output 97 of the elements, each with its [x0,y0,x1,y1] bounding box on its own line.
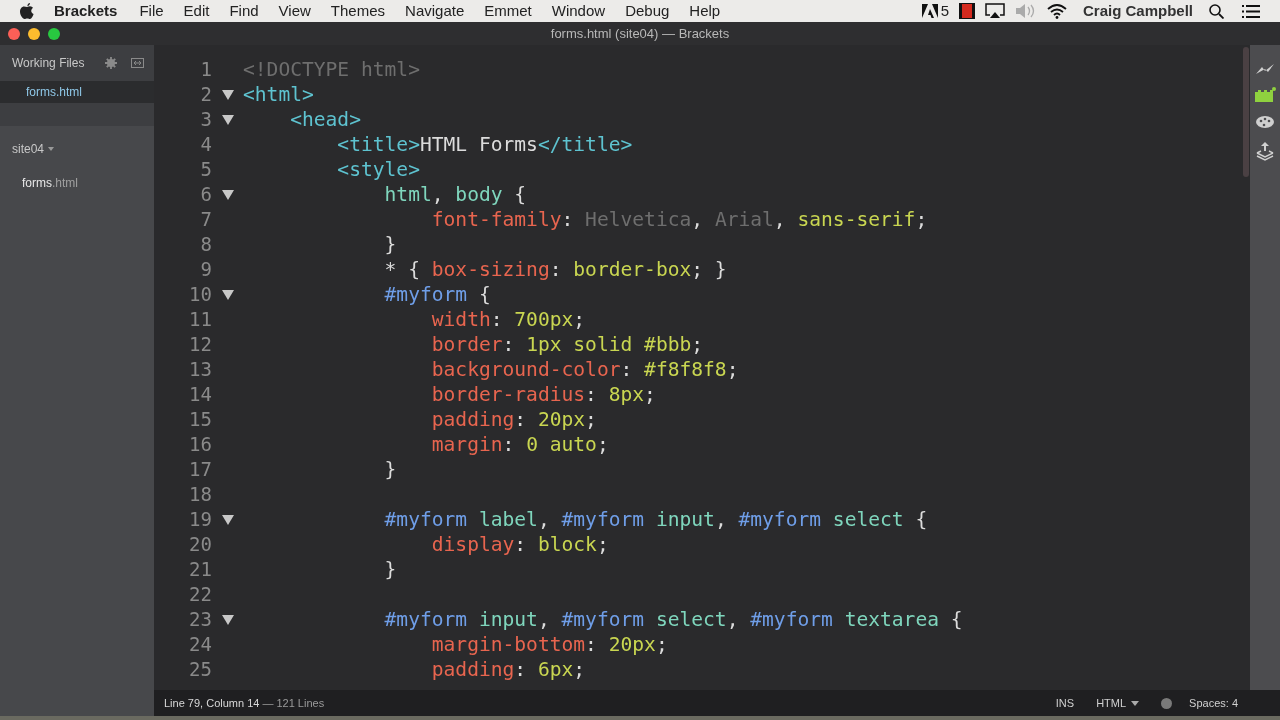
notification-count: 5 [940,0,949,21]
code-line: #myform label, #myform input, #myform select { [383,506,928,533]
line-number: 24 [188,632,212,658]
project-title[interactable]: site04 [12,140,45,158]
code-line: <style> [336,156,420,183]
code-line: border: 1px solid #bbb; [430,331,704,358]
menu-item[interactable]: Themes [330,0,386,23]
menu-item[interactable]: Help [689,0,721,23]
code-line: display: block; [430,531,609,558]
line-number: 11 [188,307,212,333]
line-number: 16 [188,432,212,458]
line-number: 20 [188,532,212,558]
code-line: } [383,456,397,483]
code-line: <html> [243,81,314,108]
menu-item[interactable]: Navigate [405,0,465,23]
line-number: 8 [199,232,212,258]
insert-mode-toggle[interactable]: INS [1055,694,1075,712]
code-line: #myform input, #myform select, #myform textarea { [383,606,963,633]
line-number: 2 [199,82,212,108]
list-icon[interactable] [1242,4,1260,18]
code-line: <title>HTML Forms</title> [336,131,633,158]
line-number: 10 [188,282,212,308]
window-title: forms.html (site04) — Brackets [549,24,731,43]
line-number: 6 [199,182,212,208]
live-preview-icon[interactable] [1255,63,1275,75]
fold-arrow-icon[interactable] [221,514,234,525]
user-name[interactable]: Craig Campbell [1082,0,1193,23]
fold-arrow-icon[interactable] [221,289,234,300]
adobe-logo-icon[interactable] [921,4,938,18]
wifi-icon[interactable] [1046,3,1067,19]
code-line: font-family: Helvetica, Arial, sans-serif; [430,206,928,233]
menu-item[interactable]: View [278,0,311,23]
search-icon[interactable] [1209,3,1224,19]
code-line: padding: 20px; [430,406,597,433]
close-button[interactable] [8,27,20,40]
line-number: 15 [188,407,212,433]
code-line: } [383,231,397,258]
apple-logo-icon[interactable] [20,3,34,19]
code-line: #myform { [383,281,491,308]
airplay-icon[interactable] [984,3,1005,19]
code-line: } [383,556,397,583]
code-line: width: 700px; [430,306,586,333]
line-number: 22 [188,582,212,608]
split-view-icon[interactable] [131,58,144,68]
zoom-button[interactable] [48,27,60,40]
fold-arrow-icon[interactable] [221,189,234,200]
film-strip-icon[interactable] [958,3,975,19]
menu-item[interactable]: Debug [625,0,670,23]
line-number: 17 [188,457,212,483]
menu-item[interactable]: Find [229,0,259,23]
cursor-position: Line 79, Column 14 [164,695,260,711]
minimize-button[interactable] [28,27,40,40]
line-number: 4 [199,132,212,158]
code-line: html, body { [383,181,527,208]
fold-arrow-icon[interactable] [221,614,234,625]
fold-arrow-icon[interactable] [221,114,234,125]
menu-item[interactable]: Edit [183,0,210,23]
caret-icon [1131,700,1140,706]
code-line: <head> [289,106,361,133]
palette-icon[interactable] [1255,115,1275,129]
working-file-item[interactable]: forms.html [0,81,154,103]
line-number: 9 [199,257,212,283]
line-number: 5 [199,157,212,183]
line-number: 13 [188,357,212,383]
code-line: * { box-sizing: border-box; } [383,256,727,283]
extension-blocks-icon[interactable] [1254,87,1276,103]
line-number: 25 [188,657,212,683]
menu-item[interactable]: Window [551,0,606,23]
line-number: 3 [199,107,212,133]
indent-setting[interactable]: Spaces: 4 [1189,694,1238,712]
line-number: 7 [199,207,212,233]
line-number: 18 [188,482,212,508]
line-number: 19 [188,507,212,533]
settings-icon[interactable] [105,57,117,69]
file-tree-item[interactable]: forms.html [0,172,154,194]
app-menu[interactable]: Brackets [54,0,118,23]
code-line: <!DOCTYPE html> [243,56,420,83]
line-number: 14 [188,382,212,408]
line-number: 21 [188,557,212,583]
line-number: 1 [199,57,212,83]
menu-item[interactable]: File [139,0,164,23]
caret-icon[interactable] [48,147,55,151]
line-number: 12 [188,332,212,358]
fold-arrow-icon[interactable] [221,89,234,100]
code-line: margin-bottom: 20px; [430,631,668,658]
menu-item[interactable]: Emmet [484,0,532,23]
code-line: border-radius: 8px; [430,381,656,408]
section-title: Working Files [12,55,85,72]
code-line: margin: 0 auto; [430,431,609,458]
scrollbar-thumb[interactable] [1243,47,1249,177]
linter-status-icon[interactable] [1161,697,1173,709]
code-line: padding: 6px; [430,656,586,683]
line-count: — 121 Lines [262,695,325,711]
line-number: 23 [188,607,212,633]
code-line: background-color: #f8f8f8; [430,356,739,383]
language-dropdown[interactable]: HTML [1096,694,1140,712]
layers-upload-icon[interactable] [1256,141,1274,161]
